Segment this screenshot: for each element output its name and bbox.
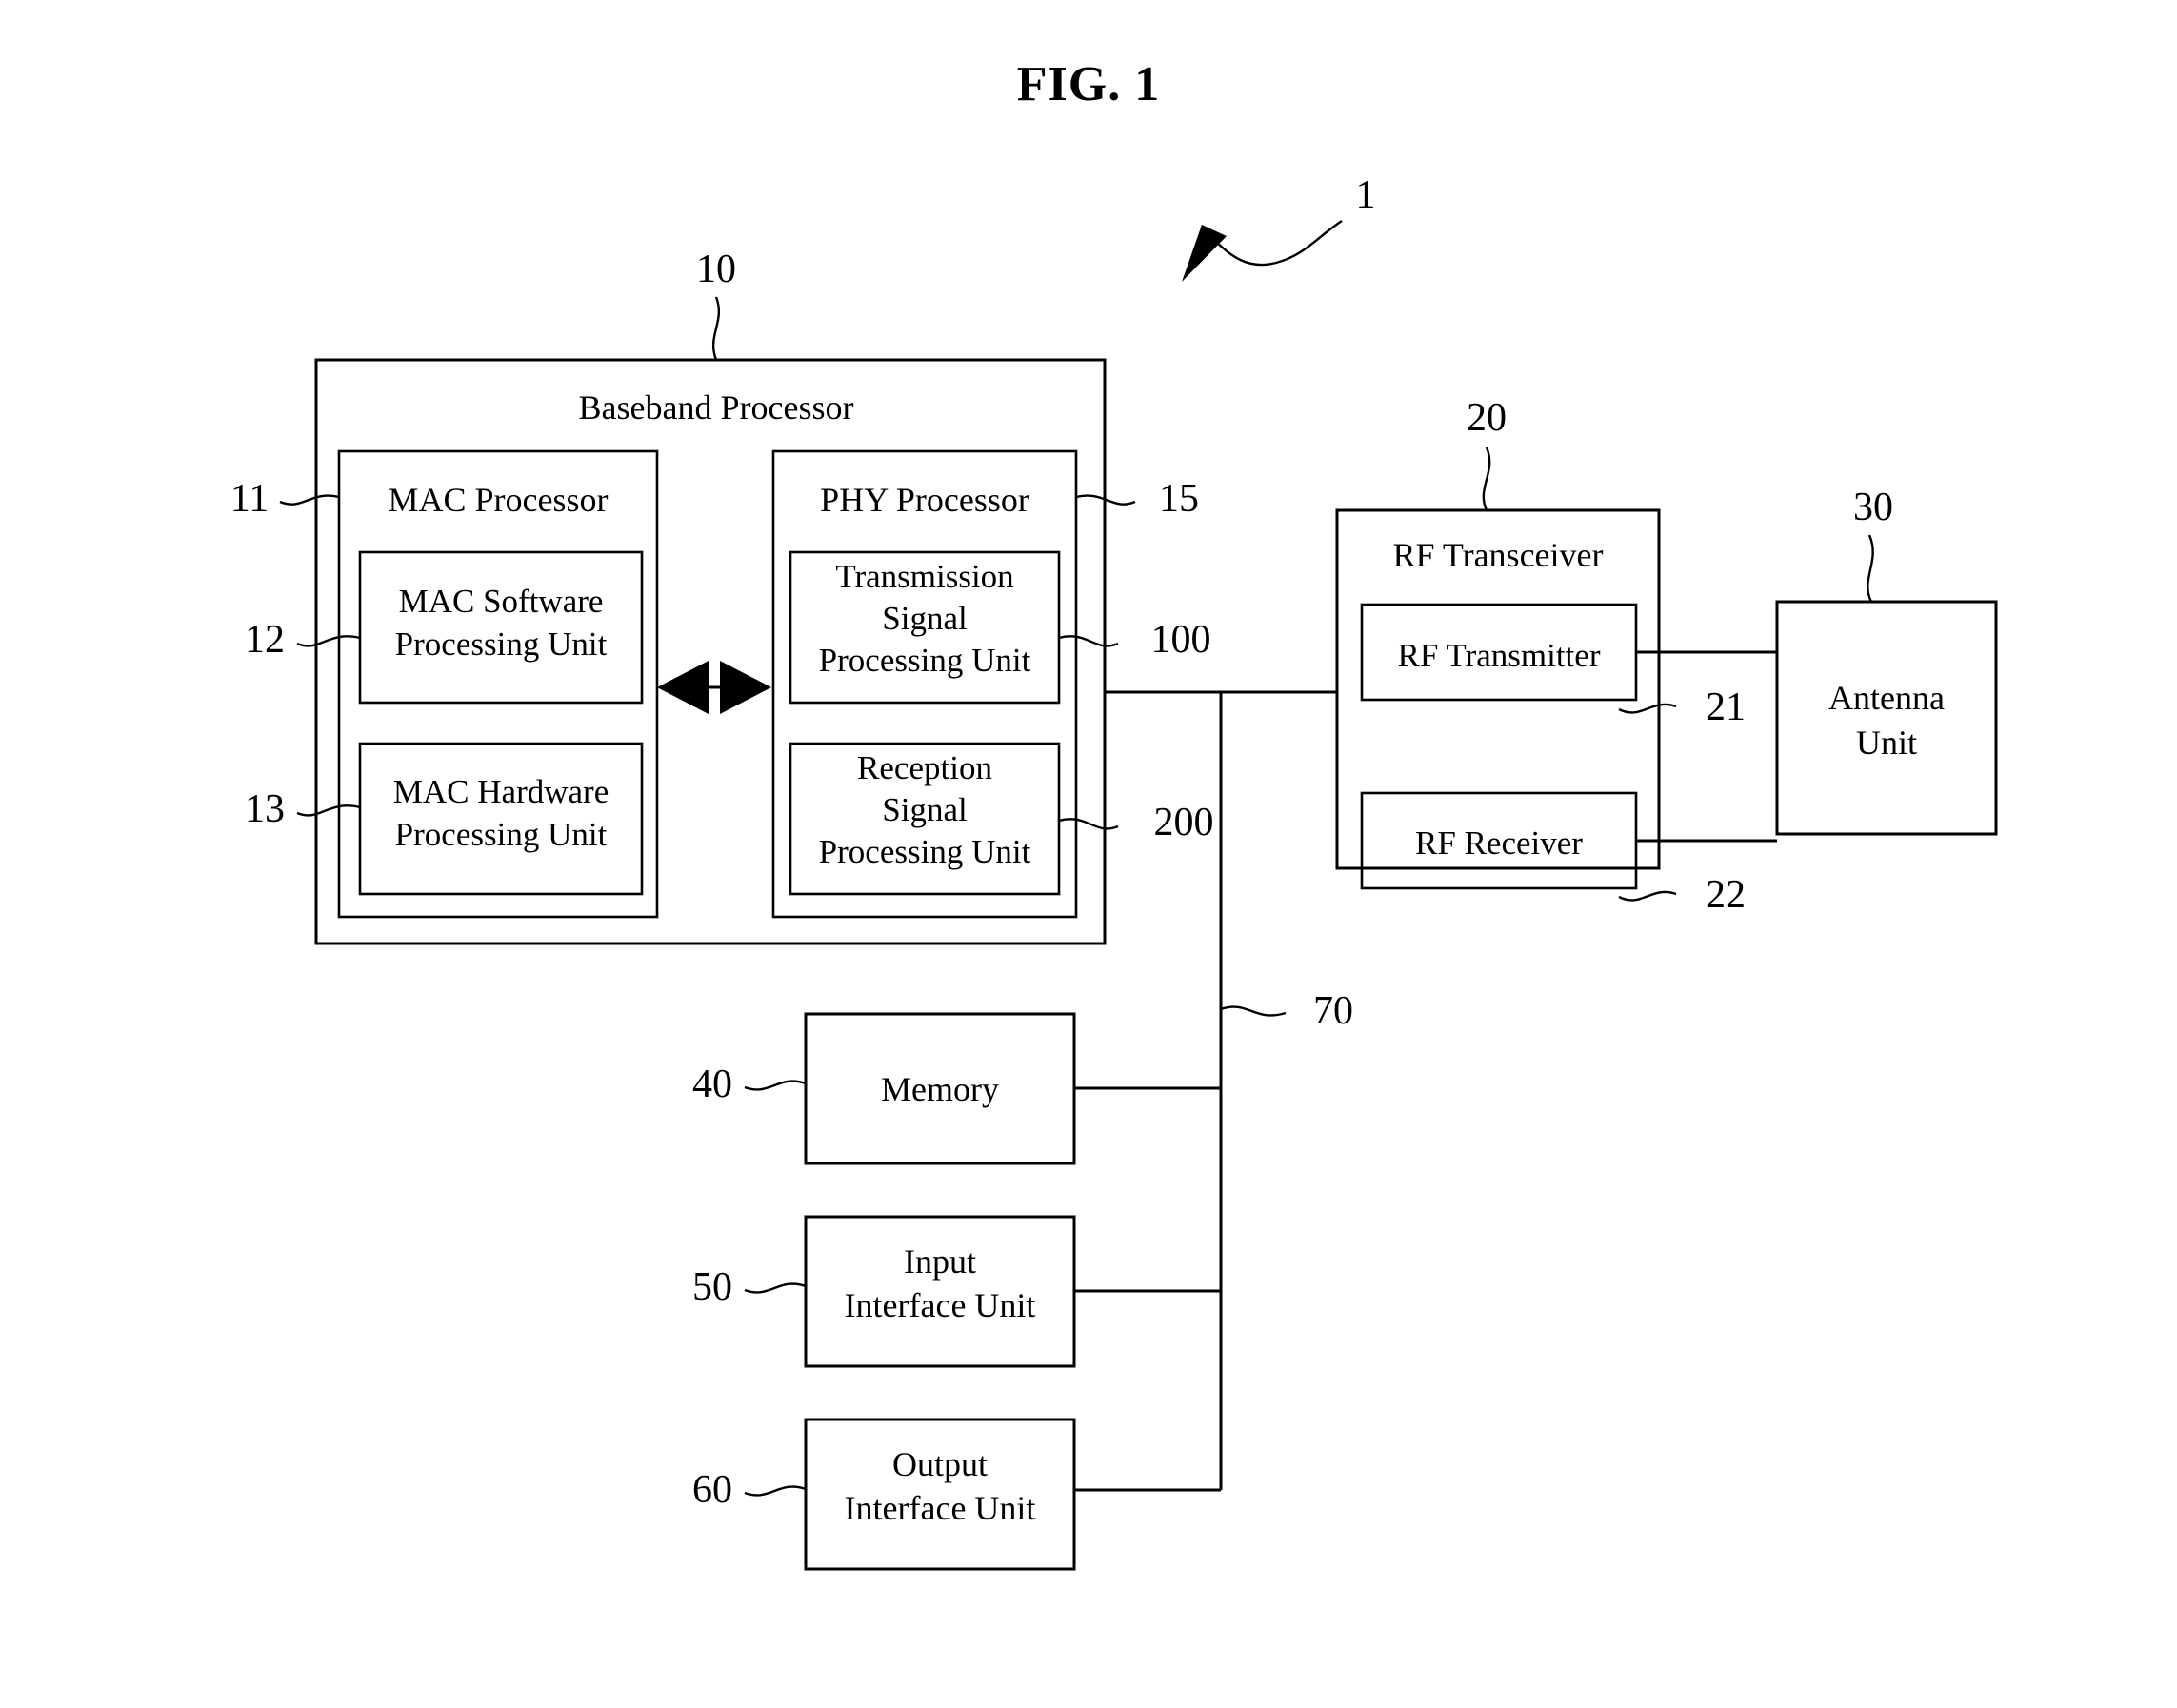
leader-line-input-interface-unit: [744, 1282, 807, 1294]
output-interface-unit-label-line2: Interface Unit: [845, 1489, 1036, 1527]
leader-line-baseband-processor: [711, 296, 721, 361]
ref-number-memory: 40: [692, 1063, 732, 1106]
ref-number-rf-transceiver: 20: [1467, 396, 1507, 440]
leader-line-transmission-unit: [1058, 635, 1119, 647]
baseband-processor-label: Baseband Processor: [579, 388, 854, 427]
leader-line-rf-transmitter: [1618, 703, 1677, 714]
rf-transceiver-label: RF Transceiver: [1392, 536, 1603, 574]
arrowhead-system: [1182, 225, 1227, 282]
leader-line-mac-processor: [279, 494, 340, 506]
arrowhead-to-mac: [657, 661, 709, 714]
memory-label: Memory: [881, 1070, 999, 1108]
transmission-unit-label-line1: Transmission: [835, 558, 1013, 595]
arrowhead-to-phy: [720, 661, 771, 714]
output-interface-unit-label-line1: Output: [892, 1445, 988, 1483]
ref-number-rf-transmitter: 21: [1706, 685, 1746, 729]
leader-line-reception-unit: [1058, 818, 1119, 830]
leader-line-memory: [744, 1080, 807, 1091]
antenna-unit-label-line1: Antenna: [1828, 679, 1945, 717]
phy-processor-label: PHY Processor: [820, 481, 1029, 519]
ref-number-rf-receiver: 22: [1706, 873, 1746, 917]
ref-number-phy-processor: 15: [1159, 477, 1199, 521]
ref-number-baseband-processor: 10: [696, 248, 736, 291]
reception-unit-label-line1: Reception: [857, 749, 992, 786]
ref-number-reception-unit: 200: [1154, 801, 1214, 844]
ref-number-mac-software-unit: 12: [245, 618, 285, 662]
leader-line-system: [1214, 220, 1343, 267]
mac-processor-label: MAC Processor: [389, 481, 609, 519]
leader-line-rf-transceiver: [1482, 447, 1491, 511]
ref-number-mac-processor: 11: [230, 477, 269, 521]
figure-title: FIG. 1: [1017, 57, 1160, 111]
block-diagram-canvas: FIG. 1 1 10 Baseband Processor 11 MAC Pr…: [230, 57, 1998, 1571]
ref-number-output-interface-unit: 60: [692, 1468, 732, 1512]
transmission-unit-label-line2: Signal: [882, 600, 968, 637]
transmission-unit-label-line3: Processing Unit: [819, 642, 1031, 679]
antenna-unit-box: [1775, 600, 1998, 836]
ref-number-mac-hardware-unit: 13: [245, 787, 285, 831]
mac-software-unit-label-line2: Processing Unit: [395, 626, 608, 663]
patent-figure: FIG. 1 1 10 Baseband Processor 11 MAC Pr…: [0, 0, 2177, 1708]
leader-line-antenna-unit: [1867, 534, 1874, 603]
rf-receiver-label: RF Receiver: [1415, 824, 1583, 862]
leader-line-output-interface-unit: [744, 1485, 807, 1497]
antenna-unit-label-line2: Unit: [1856, 724, 1917, 762]
leader-line-mac-hardware-unit: [296, 804, 361, 817]
leader-line-rf-receiver: [1618, 890, 1677, 902]
input-interface-unit-label-line1: Input: [904, 1242, 976, 1281]
ref-number-antenna-unit: 30: [1853, 486, 1893, 529]
mac-hardware-unit-label-line1: MAC Hardware: [393, 773, 609, 810]
ref-number-transmission-unit: 100: [1151, 618, 1211, 662]
leader-line-mac-software-unit: [296, 635, 361, 647]
reception-unit-label-line3: Processing Unit: [819, 833, 1031, 870]
leader-line-bus: [1220, 1005, 1287, 1017]
ref-number-bus: 70: [1313, 989, 1353, 1033]
ref-number-input-interface-unit: 50: [692, 1265, 732, 1309]
reception-unit-label-line2: Signal: [882, 791, 968, 828]
mac-software-unit-label-line1: MAC Software: [399, 583, 604, 620]
ref-number-system: 1: [1356, 173, 1376, 217]
mac-hardware-unit-label-line2: Processing Unit: [395, 816, 608, 853]
input-interface-unit-label-line2: Interface Unit: [845, 1286, 1036, 1324]
rf-transmitter-label: RF Transmitter: [1398, 637, 1601, 674]
